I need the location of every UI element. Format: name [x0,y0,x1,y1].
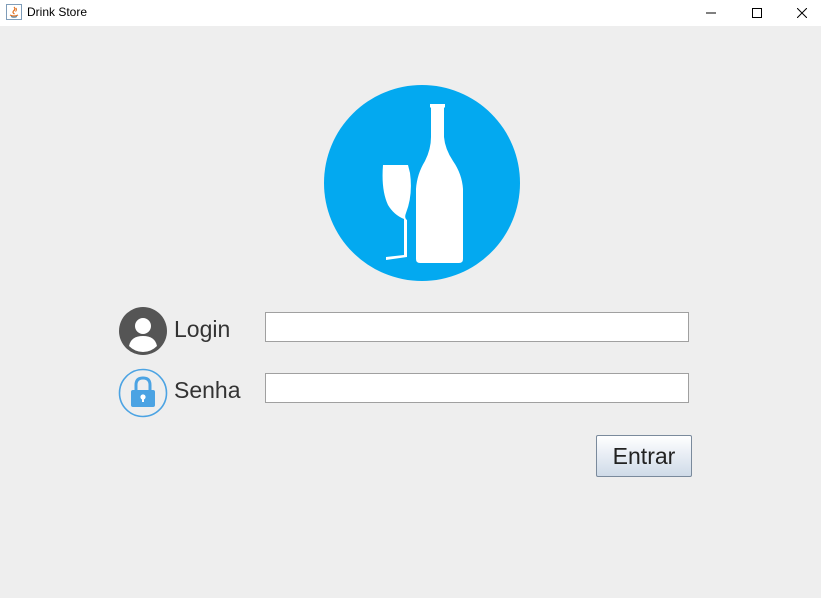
password-input[interactable] [265,373,689,403]
password-label: Senha [174,377,241,403]
java-icon [6,4,22,20]
lock-icon [118,368,168,418]
close-icon [797,8,807,18]
submit-button[interactable]: Entrar [596,435,692,477]
close-button[interactable] [779,0,821,26]
title-bar: Drink Store [0,0,821,26]
window-title: Drink Store [27,5,88,19]
bottle-glass-icon [324,85,520,281]
maximize-icon [752,8,762,18]
app-window: Drink Store Login Senha Entrar [0,0,821,598]
submit-button-label: Entrar [612,442,676,469]
user-icon [119,307,167,355]
minimize-icon [706,12,716,14]
maximize-button[interactable] [734,0,780,26]
login-input[interactable] [265,312,689,342]
minimize-button[interactable] [688,0,734,26]
login-label: Login [174,316,231,342]
